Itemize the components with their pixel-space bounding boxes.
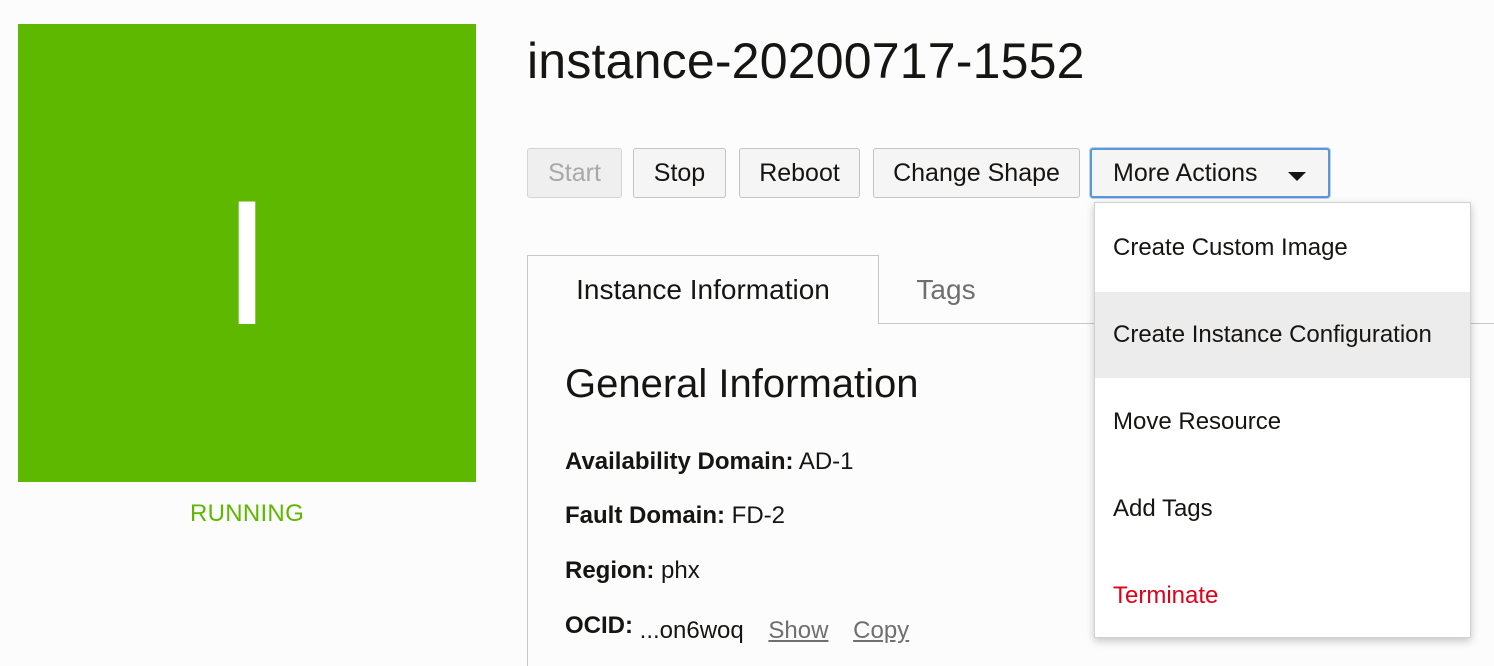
availability-domain-field: Availability Domain: AD-1 bbox=[565, 448, 854, 476]
stop-button[interactable]: Stop bbox=[633, 148, 726, 198]
page-title: instance-20200717-1552 bbox=[527, 33, 1085, 89]
instance-icon-letter: I bbox=[222, 163, 272, 362]
ocid-value: ...on6woq bbox=[639, 617, 744, 644]
region-value: phx bbox=[661, 557, 700, 584]
more-actions-label: More Actions bbox=[1113, 158, 1258, 187]
fault-domain-field: Fault Domain: FD-2 bbox=[565, 502, 785, 530]
more-actions-menu: Create Custom Image Create Instance Conf… bbox=[1094, 202, 1471, 638]
ocid-field: OCID: ...on6woq Show Copy bbox=[565, 612, 909, 644]
instance-status-label: RUNNING bbox=[189, 500, 305, 527]
menu-item-create-custom-image[interactable]: Create Custom Image bbox=[1095, 205, 1470, 291]
menu-item-terminate[interactable]: Terminate bbox=[1095, 553, 1470, 639]
fault-domain-label: Fault Domain: bbox=[565, 502, 725, 529]
fault-domain-value: FD-2 bbox=[731, 502, 786, 529]
ocid-show-link[interactable]: Show bbox=[768, 617, 828, 644]
instance-status-tile: I bbox=[18, 24, 476, 482]
tab-tags[interactable]: Tags bbox=[879, 255, 1013, 324]
ocid-copy-link[interactable]: Copy bbox=[853, 617, 909, 644]
availability-domain-label: Availability Domain: bbox=[565, 448, 794, 475]
reboot-button[interactable]: Reboot bbox=[739, 148, 860, 198]
caret-down-icon bbox=[1288, 172, 1306, 181]
region-field: Region: phx bbox=[565, 557, 700, 585]
panel-border bbox=[527, 324, 528, 666]
more-actions-button[interactable]: More Actions bbox=[1090, 148, 1330, 198]
ocid-label: OCID: bbox=[565, 612, 633, 639]
change-shape-button[interactable]: Change Shape bbox=[873, 148, 1080, 198]
tab-instance-information[interactable]: Instance Information bbox=[527, 255, 879, 324]
menu-item-create-instance-configuration[interactable]: Create Instance Configuration bbox=[1095, 292, 1470, 378]
section-title: General Information bbox=[565, 362, 919, 406]
menu-item-add-tags[interactable]: Add Tags bbox=[1095, 466, 1470, 552]
region-label: Region: bbox=[565, 557, 655, 584]
availability-domain-value: AD-1 bbox=[798, 448, 854, 475]
menu-item-move-resource[interactable]: Move Resource bbox=[1095, 379, 1470, 465]
start-button[interactable]: Start bbox=[527, 148, 622, 198]
